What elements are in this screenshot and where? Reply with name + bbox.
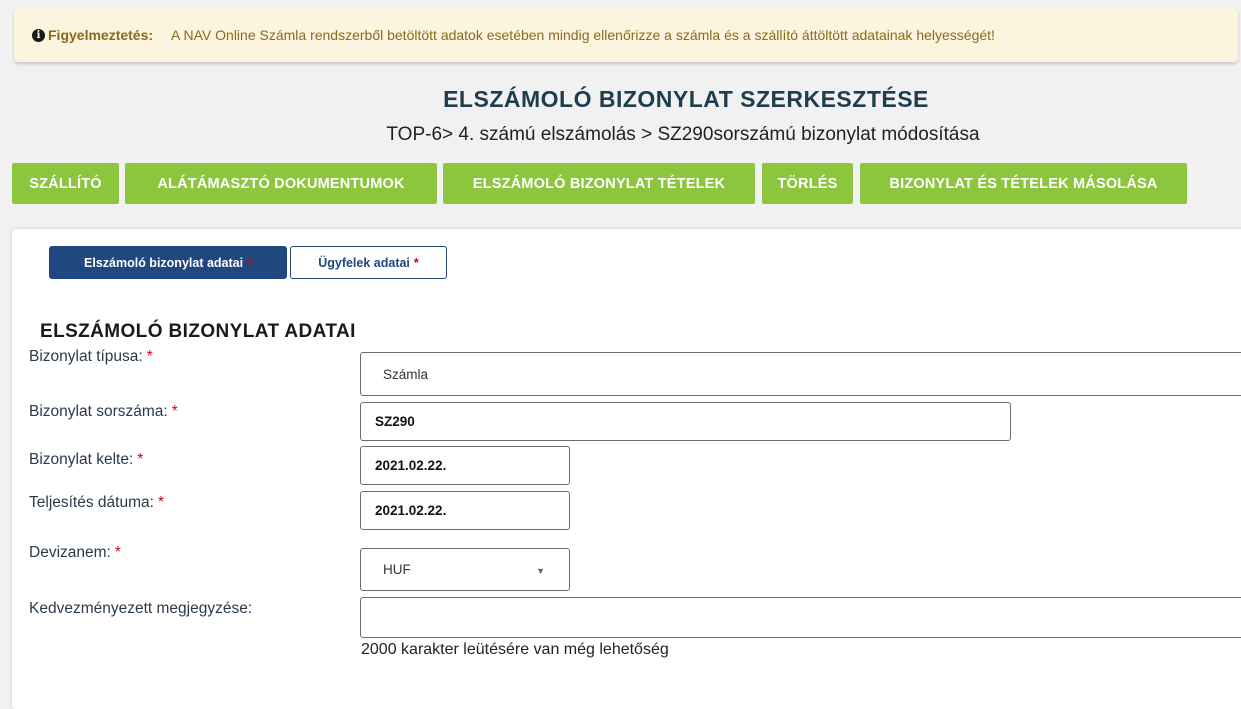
copy-document-button[interactable]: BIZONYLAT ÉS TÉTELEK MÁSOLÁSA xyxy=(860,163,1187,204)
warning-message: A NAV Online Számla rendszerből betöltöt… xyxy=(171,27,995,43)
fulfillment-date-label: Teljesítés dátuma: * xyxy=(29,494,164,512)
warning-banner: i Figyelmeztetés: A NAV Online Számla re… xyxy=(14,8,1238,62)
delete-button[interactable]: TÖRLÉS xyxy=(762,163,853,204)
tab-document-data[interactable]: Elszámoló bizonylat adatai * xyxy=(49,246,287,279)
fulfillment-date-value: 2021.02.22. xyxy=(375,503,447,518)
required-mark: * xyxy=(114,544,121,561)
beneficiary-note-label: Kedvezményezett megjegyzése: xyxy=(29,600,252,618)
char-count-hint: 2000 karakter leütésére van még lehetősé… xyxy=(361,641,669,658)
breadcrumb: TOP-6> 4. számú elszámolás > SZ290sorszá… xyxy=(386,124,980,145)
currency-select[interactable]: HUF ▼ xyxy=(360,548,570,591)
tab-label: Elszámoló bizonylat adatai xyxy=(84,255,244,270)
tab-clients-data[interactable]: Ügyfelek adatai * xyxy=(290,246,447,279)
required-mark: * xyxy=(247,255,252,270)
caret-down-icon: ▼ xyxy=(536,566,545,576)
doc-type-value: Számla xyxy=(383,366,429,382)
required-mark: * xyxy=(157,494,164,511)
required-mark: * xyxy=(171,403,178,420)
doc-number-label: Bizonylat sorszáma: * xyxy=(29,403,178,421)
section-title: ELSZÁMOLÓ BIZONYLAT ADATAI xyxy=(40,321,356,342)
document-items-button[interactable]: ELSZÁMOLÓ BIZONYLAT TÉTELEK xyxy=(443,163,755,204)
currency-label: Devizanem: * xyxy=(29,544,121,562)
doc-number-input[interactable]: SZ290 xyxy=(360,402,1011,441)
doc-date-input[interactable]: 2021.02.22. xyxy=(360,446,570,485)
doc-date-value: 2021.02.22. xyxy=(375,458,447,473)
page-title: ELSZÁMOLÓ BIZONYLAT SZERKESZTÉSE xyxy=(443,86,929,112)
required-mark: * xyxy=(146,348,153,365)
doc-type-select[interactable]: Számla xyxy=(360,352,1241,396)
required-mark: * xyxy=(137,451,144,468)
label-text: Teljesítés dátuma: xyxy=(29,494,154,511)
doc-date-label: Bizonylat kelte: * xyxy=(29,451,143,469)
label-text: Devizanem: xyxy=(29,544,111,561)
warning-label: Figyelmeztetés: xyxy=(48,27,154,43)
doc-type-label: Bizonylat típusa: * xyxy=(29,348,153,366)
beneficiary-note-textarea[interactable] xyxy=(360,597,1241,638)
label-text: Bizonylat sorszáma: xyxy=(29,403,168,420)
tab-label: Ügyfelek adatai xyxy=(318,255,410,270)
currency-value: HUF xyxy=(383,562,411,577)
supplier-button[interactable]: SZÁLLÍTÓ xyxy=(12,163,119,204)
label-text: Bizonylat típusa: xyxy=(29,348,143,365)
label-text: Bizonylat kelte: xyxy=(29,451,134,468)
doc-number-value: SZ290 xyxy=(375,414,415,429)
supporting-documents-button[interactable]: ALÁTÁMASZTÓ DOKUMENTUMOK xyxy=(125,163,437,204)
required-mark: * xyxy=(413,255,419,270)
fulfillment-date-input[interactable]: 2021.02.22. xyxy=(360,491,570,530)
label-text: Kedvezményezett megjegyzése: xyxy=(29,600,253,617)
info-icon: i xyxy=(32,28,45,42)
